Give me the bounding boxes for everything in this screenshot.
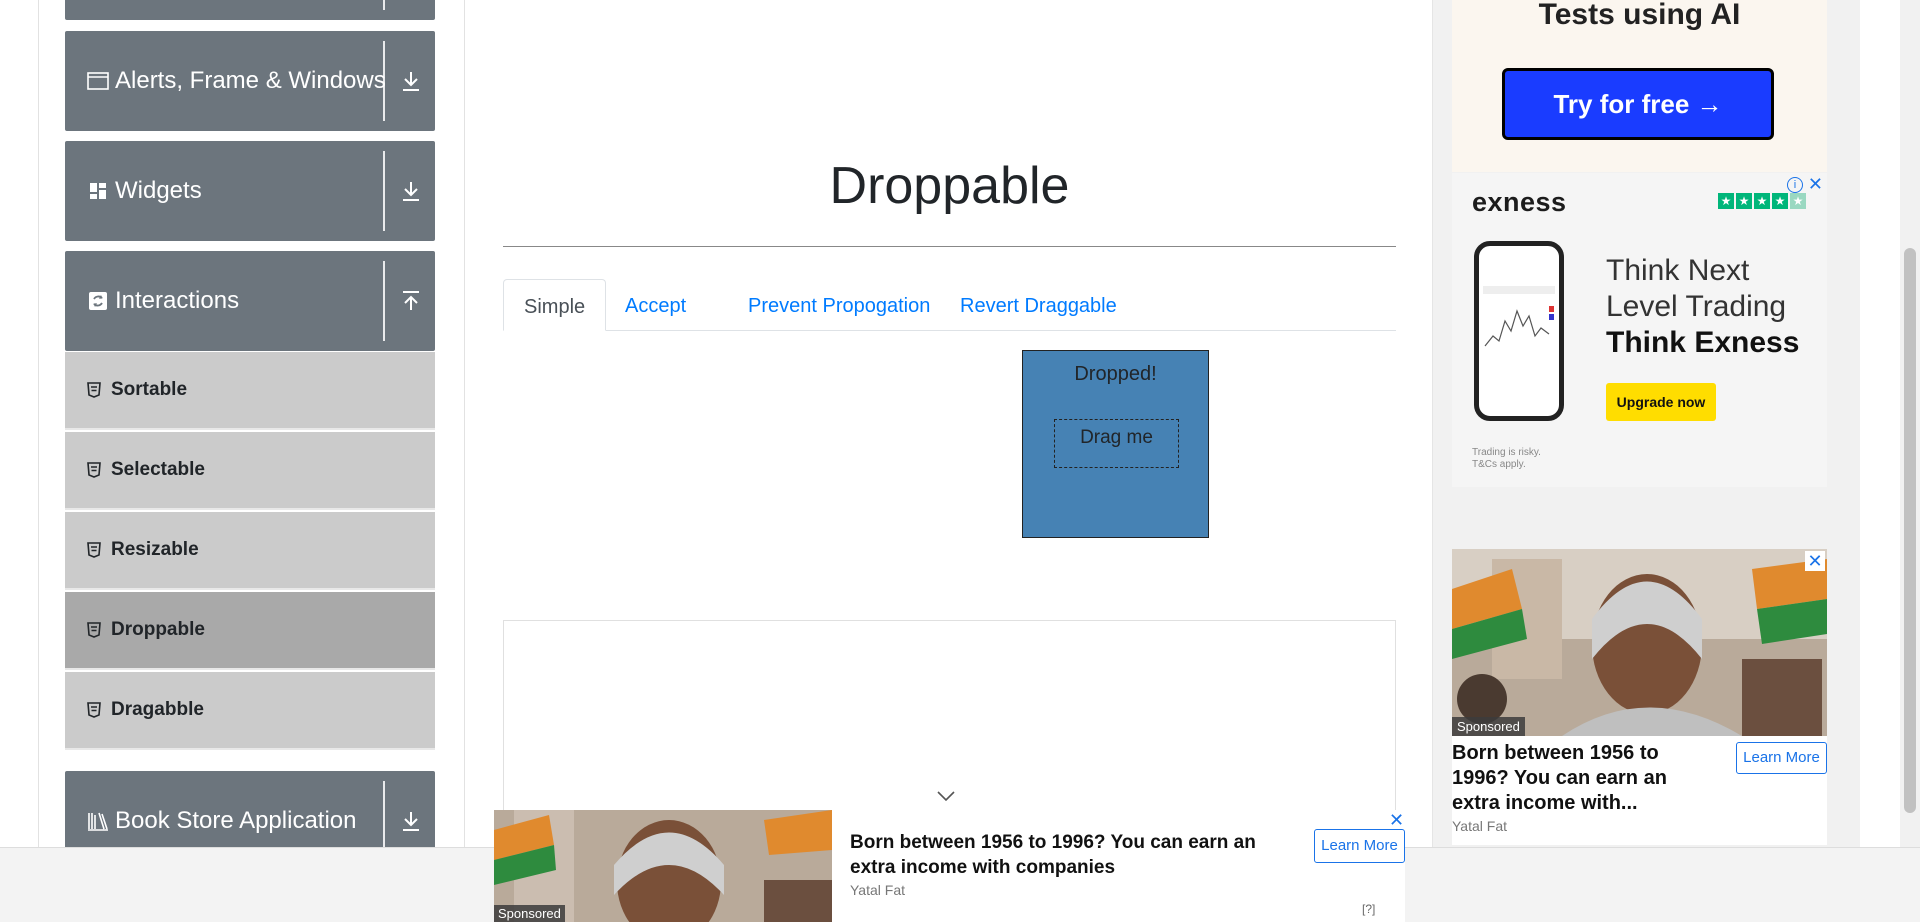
html5-icon (85, 381, 103, 399)
star-icon: ★ (1790, 193, 1806, 209)
risk-line: T&Cs apply. (1472, 459, 1526, 470)
download-arrow-icon[interactable] (399, 809, 423, 833)
exness-logo: exness (1472, 187, 1567, 217)
group-divider (383, 41, 385, 121)
ad-photo: Sponsored (1452, 549, 1827, 736)
close-icon[interactable]: ✕ (1389, 810, 1404, 831)
menu-item-dragabble[interactable]: Dragabble (65, 672, 435, 750)
title-divider (503, 246, 1396, 247)
tab-simple[interactable]: Simple (503, 279, 607, 331)
menu-item-resizable[interactable]: Resizable (65, 512, 435, 590)
ad-title[interactable]: Born between 1956 to 1996? You can earn … (1452, 741, 1677, 816)
menu-item-label: Resizable (111, 539, 199, 560)
ad-headline-line: Level Trading (1606, 290, 1787, 323)
page: Alerts, Frame & Windows Widgets Interact… (0, 0, 1920, 922)
star-icon: ★ (1772, 193, 1788, 209)
group-label: Interactions (115, 287, 240, 314)
download-arrow-icon[interactable] (399, 179, 423, 203)
menu-item-label: Droppable (111, 619, 205, 640)
tab-prevent-propogation[interactable]: Prevent Propogation (728, 279, 950, 331)
ad-sponsored-bottom[interactable]: Sponsored Born between 1956 to 1996? You… (494, 810, 1405, 922)
ad-headline-line: Think Exness (1606, 326, 1800, 359)
star-icon: ★ (1718, 193, 1734, 209)
droppable-label: Dropped! (1074, 363, 1157, 385)
ad-source: Yatal Fat (850, 882, 905, 898)
books-icon (87, 810, 109, 832)
tab-bar: Simple Accept Prevent Propogation Revert… (503, 279, 1396, 331)
html5-icon (85, 621, 103, 639)
left-sidebar: Alerts, Frame & Windows Widgets Interact… (38, 0, 465, 871)
window-icon (87, 70, 109, 92)
page-title: Droppable (829, 157, 1070, 215)
ad-source: Yatal Fat (1452, 818, 1507, 834)
sidebar-group-interactions[interactable]: Interactions (65, 251, 435, 351)
menu-item-droppable[interactable]: Droppable (65, 592, 435, 670)
risk-disclaimer: Trading is risky. T&Cs apply. (1472, 447, 1541, 471)
phone-illustration (1474, 241, 1564, 421)
sidebar-group-widgets[interactable]: Widgets (65, 141, 435, 241)
learn-more-button[interactable]: Learn More (1736, 742, 1827, 774)
ad-help-link[interactable]: [?] (1362, 902, 1375, 916)
ad-sponsored-right[interactable]: Sponsored ✕ Born between 1956 to 1996? Y… (1452, 549, 1827, 845)
try-for-free-button[interactable]: Try for free → (1502, 68, 1774, 140)
ad-headline: Think Next Level Trading Think Exness (1606, 253, 1799, 361)
ad-info-icon[interactable]: i (1787, 177, 1803, 193)
chevron-down-icon[interactable] (935, 789, 957, 803)
menu-item-selectable[interactable]: Selectable (65, 432, 435, 510)
rating-stars: ★ ★ ★ ★ ★ (1718, 193, 1806, 209)
close-icon[interactable]: ✕ (1808, 175, 1823, 193)
interactions-menu: Sortable Selectable Resizable Droppable … (65, 352, 435, 752)
tab-revert-draggable[interactable]: Revert Draggable (940, 279, 1137, 331)
group-label: Widgets (115, 177, 202, 204)
ad-headline-line: Think Next (1606, 254, 1750, 287)
group-divider (383, 151, 385, 231)
star-icon: ★ (1754, 193, 1770, 209)
menu-item-label: Dragabble (111, 699, 204, 720)
html5-icon (85, 461, 103, 479)
html5-icon (85, 541, 103, 559)
upgrade-now-button[interactable]: Upgrade now (1606, 383, 1716, 421)
sidebar-group-alerts[interactable]: Alerts, Frame & Windows (65, 31, 435, 131)
group-divider (383, 0, 385, 10)
ad-heading: Tests using AI (1538, 0, 1741, 31)
download-arrow-icon[interactable] (399, 69, 423, 93)
ad-exness[interactable]: exness ★ ★ ★ ★ ★ i ✕ Think Next Level Tr… (1452, 173, 1827, 487)
refresh-icon (87, 290, 109, 312)
upload-arrow-icon[interactable] (399, 289, 423, 313)
sidebar-group-partial[interactable] (65, 0, 435, 20)
menu-item-label: Selectable (111, 459, 205, 480)
ad-photo: Sponsored (494, 810, 832, 922)
scrollbar[interactable] (1900, 0, 1920, 847)
risk-line: Trading is risky. (1472, 447, 1541, 458)
star-icon: ★ (1736, 193, 1752, 209)
group-divider (383, 261, 385, 341)
menu-item-sortable[interactable]: Sortable (65, 352, 435, 430)
group-label: Alerts, Frame & Windows (115, 67, 386, 94)
scrollbar-thumb[interactable] (1904, 248, 1916, 813)
sponsored-label: Sponsored (1452, 717, 1525, 736)
ad-title[interactable]: Born between 1956 to 1996? You can earn … (850, 830, 1300, 880)
html5-icon (85, 701, 103, 719)
learn-more-button[interactable]: Learn More (1314, 829, 1405, 863)
sponsored-label: Sponsored (494, 905, 565, 922)
group-label: Book Store Application (115, 807, 357, 834)
draggable-box[interactable]: Drag me (1054, 419, 1179, 468)
menu-item-label: Sortable (111, 379, 188, 400)
widgets-icon (87, 180, 109, 202)
tab-accept[interactable]: Accept (605, 279, 706, 331)
ad-ai-tests[interactable]: Tests using AI Try for free → (1452, 0, 1827, 172)
close-icon[interactable]: ✕ (1805, 551, 1825, 571)
